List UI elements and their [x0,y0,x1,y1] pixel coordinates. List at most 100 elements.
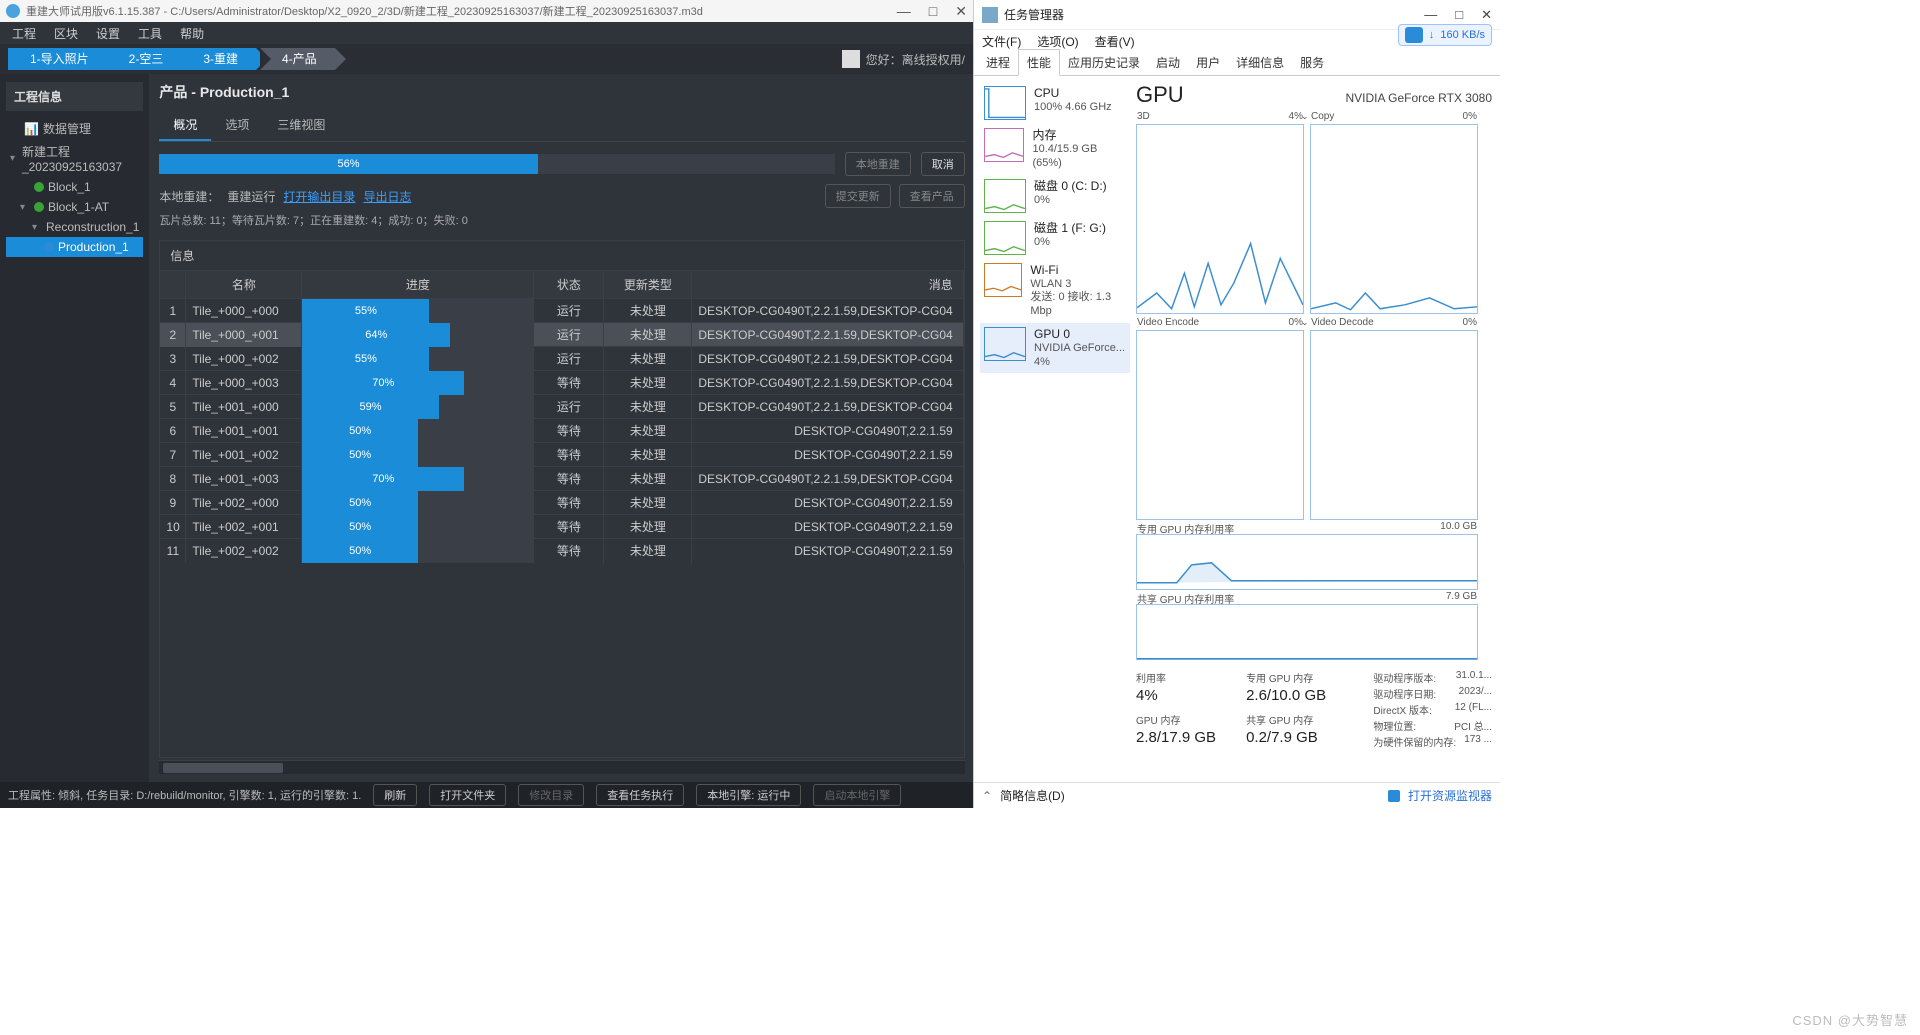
perf-item--0-c-d-[interactable]: 磁盘 0 (C: D:)0% [980,175,1130,217]
menu-settings[interactable]: 设置 [96,25,120,42]
table-row[interactable]: 9Tile_+002_+00050%等待未处理DESKTOP-CG0490T,2… [160,490,963,514]
tm-menu-file[interactable]: 文件(F) [982,33,1021,50]
chevron-down-icon[interactable]: ⌄ [1301,317,1309,328]
tab-services[interactable]: 服务 [1292,50,1332,75]
col-state[interactable]: 状态 [534,271,604,298]
user-info: 您好：离线授权用/ [842,50,965,68]
perf-item-cpu[interactable]: CPU100% 4.66 GHz [980,82,1130,124]
status-line: 本地重建： 重建运行 打开输出目录 导出日志 提交更新 查看产品 [159,184,964,208]
menu-block[interactable]: 区块 [54,25,78,42]
chevron-up-icon[interactable]: ⌃ [982,789,992,803]
chart-video-decode[interactable]: ⌄ Video Decode 0% [1310,330,1478,520]
table-row[interactable]: 3Tile_+000_+00255%运行未处理DESKTOP-CG0490T,2… [160,346,963,370]
tile-name: Tile_+000_+002 [186,347,302,371]
tile-name: Tile_+002_+001 [186,515,302,539]
menu-tools[interactable]: 工具 [138,25,162,42]
step-import[interactable]: 1-导入照片 [8,48,107,70]
table-row[interactable]: 2Tile_+000_+00164%运行未处理DESKTOP-CG0490T,2… [160,322,963,346]
tm-minimize-icon[interactable]: — [1424,7,1437,23]
export-log-link[interactable]: 导出日志 [363,188,411,205]
col-message[interactable]: 消息 [692,271,963,298]
tile-msg: DESKTOP-CG0490T,2.2.1.59 [692,515,963,539]
perf-item--[interactable]: 内存10.4/15.9 GB (65%) [980,124,1130,175]
view-task-button[interactable]: 查看任务执行 [596,784,684,806]
tile-msg: DESKTOP-CG0490T,2.2.1.59,DESKTOP-CG04 [692,467,963,491]
brief-info-button[interactable]: 简略信息(D) [1000,787,1065,804]
tm-close-icon[interactable]: ✕ [1481,7,1492,23]
open-resource-monitor-link[interactable]: 打开资源监视器 [1408,787,1492,804]
tree-production[interactable]: Production_1 [6,237,143,257]
close-icon[interactable]: ✕ [955,3,967,20]
tree-reconstruction[interactable]: ▾Reconstruction_1 [6,217,143,237]
cancel-button[interactable]: 取消 [921,152,965,176]
tile-state: 运行 [534,345,604,372]
tab-options[interactable]: 选项 [211,110,263,141]
tile-update: 未处理 [604,345,692,372]
col-progress[interactable]: 进度 [302,271,534,298]
col-name[interactable]: 名称 [186,271,302,298]
local-rebuild-button[interactable]: 本地重建 [845,152,911,176]
step-rebuild[interactable]: 3-重建 [181,48,256,70]
tm-menu-view[interactable]: 查看(V) [1095,33,1135,50]
submit-update-button[interactable]: 提交更新 [825,184,891,208]
minimize-icon[interactable]: — [897,3,911,20]
tree-project[interactable]: ▾新建工程_20230925163037 [6,140,143,177]
tab-startup[interactable]: 启动 [1148,50,1188,75]
perf-item-gpu-0[interactable]: GPU 0NVIDIA GeForce...4% [980,323,1130,374]
table-row[interactable]: 11Tile_+002_+00250%等待未处理DESKTOP-CG0490T,… [160,538,963,562]
refresh-button[interactable]: 刷新 [373,784,417,806]
open-folder-button[interactable]: 打开文件夹 [429,784,506,806]
table-row[interactable]: 7Tile_+001_+00250%等待未处理DESKTOP-CG0490T,2… [160,442,963,466]
spark-icon [984,86,1026,120]
tile-state: 等待 [534,513,604,540]
overall-progress: 56% [159,154,834,174]
edit-dir-button[interactable]: 修改目录 [518,784,584,806]
tab-performance[interactable]: 性能 [1018,49,1060,76]
tm-maximize-icon[interactable]: □ [1455,7,1463,23]
table-row[interactable]: 1Tile_+000_+00055%运行未处理DESKTOP-CG0490T,2… [160,298,963,322]
menu-help[interactable]: 帮助 [180,25,204,42]
perf-item-wi-fi[interactable]: Wi-FiWLAN 3发送: 0 接收: 1.3 Mbp [980,259,1130,323]
tab-users[interactable]: 用户 [1188,50,1228,75]
tm-window-title: 任务管理器 [1004,6,1064,23]
horizontal-scrollbar[interactable] [159,760,964,774]
tile-name: Tile_+002_+000 [186,491,302,515]
tab-3dview[interactable]: 三维视图 [263,110,339,141]
open-output-link[interactable]: 打开输出目录 [283,188,355,205]
local-engine-status[interactable]: 本地引擎: 运行中 [696,784,801,806]
tree-block1[interactable]: Block_1 [6,177,143,197]
tm-menu-options[interactable]: 选项(O) [1037,33,1078,50]
tile-msg: DESKTOP-CG0490T,2.2.1.59 [692,491,963,515]
step-product[interactable]: 4-产品 [260,48,335,70]
table-row[interactable]: 4Tile_+000_+00370%等待未处理DESKTOP-CG0490T,2… [160,370,963,394]
menu-project[interactable]: 工程 [12,25,36,42]
tab-processes[interactable]: 进程 [978,50,1018,75]
row-index: 8 [160,467,186,491]
chart-video-encode[interactable]: ⌄ Video Encode 0% [1136,330,1304,520]
start-local-engine-button[interactable]: 启动本地引擎 [813,784,901,806]
tile-update: 未处理 [604,489,692,516]
gpu-device: NVIDIA GeForce RTX 3080 [1345,91,1492,105]
view-product-button[interactable]: 查看产品 [899,184,965,208]
status-bar: 工程属性: 倾斜, 任务目录: D:/rebuild/monitor, 引擎数:… [0,782,973,808]
perf-item--1-f-g-[interactable]: 磁盘 1 (F: G:)0% [980,217,1130,259]
maximize-icon[interactable]: □ [929,3,937,20]
chart-3d[interactable]: ⌄ 3D 4% [1136,124,1304,314]
table-row[interactable]: 5Tile_+001_+00059%运行未处理DESKTOP-CG0490T,2… [160,394,963,418]
chevron-down-icon[interactable]: ⌄ [1301,111,1309,122]
status-dot-icon [34,182,44,192]
tree-block1-at[interactable]: ▾Block_1-AT [6,197,143,217]
chart-copy[interactable]: ⌄ Copy 0% [1310,124,1478,314]
network-speed-badge: ↓160 KB/s [1398,24,1492,46]
col-update[interactable]: 更新类型 [604,271,692,298]
tab-overview[interactable]: 概况 [159,110,211,141]
tile-update: 未处理 [604,369,692,396]
step-at[interactable]: 2-空三 [107,48,182,70]
table-row[interactable]: 10Tile_+002_+00150%等待未处理DESKTOP-CG0490T,… [160,514,963,538]
table-row[interactable]: 6Tile_+001_+00150%等待未处理DESKTOP-CG0490T,2… [160,418,963,442]
row-index: 4 [160,371,186,395]
tree-root[interactable]: 📊 数据管理 [6,117,143,140]
tab-history[interactable]: 应用历史记录 [1060,50,1148,75]
tab-details[interactable]: 详细信息 [1228,50,1292,75]
table-row[interactable]: 8Tile_+001_+00370%等待未处理DESKTOP-CG0490T,2… [160,466,963,490]
